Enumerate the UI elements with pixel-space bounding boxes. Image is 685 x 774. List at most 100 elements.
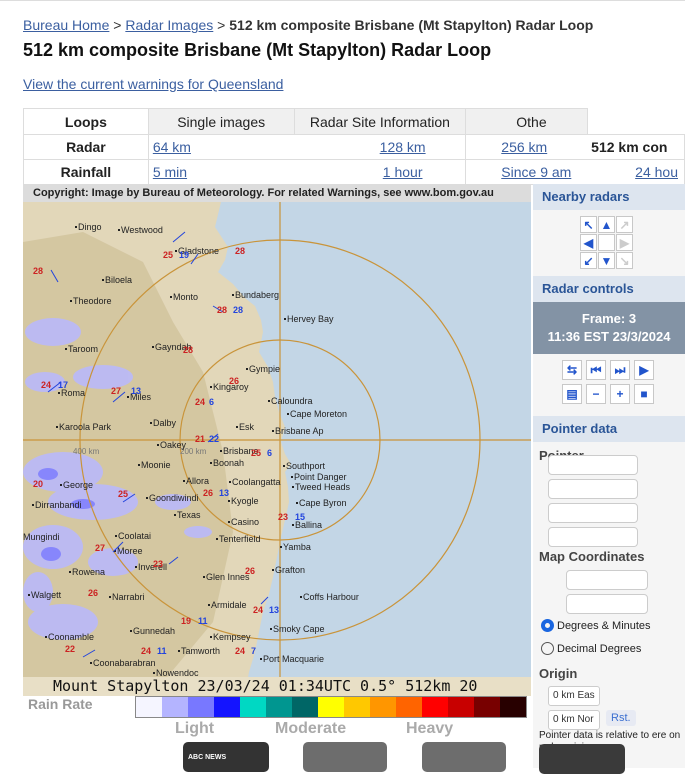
slower-minus-icon[interactable]: − <box>586 384 606 404</box>
radar-128km-link[interactable]: 128 km <box>380 139 426 155</box>
place-marker <box>284 318 286 320</box>
place-label: Brisbane Ap <box>275 426 324 436</box>
place-marker <box>127 396 129 398</box>
rainfall-since9am-link[interactable]: Since 9 am <box>501 164 571 180</box>
rainfall-5min-link[interactable]: 5 min <box>153 164 187 180</box>
legend-heavy: Heavy <box>406 720 454 737</box>
place-marker <box>138 464 140 466</box>
place-marker <box>296 502 298 504</box>
nearby-northwest-arrow-icon[interactable]: ↖ <box>580 216 597 233</box>
nearby-southwest-arrow-icon[interactable]: ↙ <box>580 252 597 269</box>
radio-degrees-minutes[interactable]: Degrees & Minutes <box>541 619 651 632</box>
legend-swatch <box>266 697 292 717</box>
place-label: Smoky Cape <box>273 624 325 634</box>
breadcrumb-radar-link[interactable]: Radar Images <box>125 17 213 33</box>
place-label: Texas <box>177 510 201 520</box>
place-marker <box>152 346 154 348</box>
faster-plus-icon[interactable]: + <box>610 384 630 404</box>
svg-text:13: 13 <box>269 605 279 615</box>
nearby-west-arrow-icon[interactable]: ◀ <box>580 234 597 251</box>
legend-swatch <box>500 697 526 717</box>
svg-text:22: 22 <box>209 434 219 444</box>
place-label: Point Danger <box>294 472 347 482</box>
place-label: Moonie <box>141 460 171 470</box>
origin-label: Origin <box>539 666 578 681</box>
breadcrumb-separator: > <box>109 17 126 33</box>
place-marker <box>75 226 77 228</box>
svg-text:23: 23 <box>278 512 288 522</box>
rainfall-1hour-link[interactable]: 1 hour <box>383 164 423 180</box>
radar-image[interactable]: Copyright: Image by Bureau of Meteorolog… <box>23 184 531 768</box>
place-marker <box>118 229 120 231</box>
place-label: Oakey <box>160 440 187 450</box>
first-frame-icon[interactable]: ⏮ <box>586 360 606 380</box>
place-label: Dirranbandi <box>35 500 82 510</box>
radio-decimal-degrees[interactable]: Decimal Degrees <box>541 642 641 655</box>
radar-512km-current: 512 km con <box>587 134 685 160</box>
radar-64km-link[interactable]: 64 km <box>153 139 191 155</box>
map-coordinates-label: Map Coordinates <box>539 549 645 564</box>
legend-swatch <box>448 697 474 717</box>
breadcrumb-current: 512 km composite Brisbane (Mt Stapylton)… <box>229 17 594 33</box>
place-label: Esk <box>239 422 255 432</box>
play-icon[interactable]: ▶ <box>634 360 654 380</box>
place-marker <box>216 538 218 540</box>
place-marker <box>268 400 270 402</box>
place-marker <box>283 465 285 467</box>
pointer-field-2 <box>548 479 638 499</box>
radar-256km-link[interactable]: 256 km <box>501 139 547 155</box>
nearby-center-icon <box>598 234 615 251</box>
tab-other[interactable]: Othe <box>465 108 588 135</box>
breadcrumb-separator: > <box>213 17 230 33</box>
step-frame-icon[interactable]: ⏭ <box>610 360 630 380</box>
svg-text:22: 22 <box>65 644 75 654</box>
place-marker <box>203 576 205 578</box>
place-marker <box>210 386 212 388</box>
thumbnail-4[interactable] <box>539 744 625 774</box>
radio-degrees-minutes-label: Degrees & Minutes <box>557 619 651 632</box>
nearby-south-arrow-icon[interactable]: ▼ <box>598 252 615 269</box>
frame-display: Frame: 3 11:36 EST 23/3/2024 <box>533 302 685 354</box>
toggle-loop-icon[interactable]: ⇆ <box>562 360 582 380</box>
rainfall-24hour-link[interactable]: 24 hou <box>635 164 678 180</box>
product-nav-table: Loops Single images Radar Site Informati… <box>23 108 685 185</box>
radar-map[interactable]: 400 km 200 km Dingo WestwoodGladstoneBilo… <box>23 202 531 696</box>
radar-copyright: Copyright: Image by Bureau of Meteorolog… <box>23 184 531 202</box>
place-marker <box>291 476 293 478</box>
place-marker <box>183 480 185 482</box>
place-label: Cape Byron <box>299 498 347 508</box>
place-marker <box>174 514 176 516</box>
breadcrumb-home-link[interactable]: Bureau Home <box>23 17 109 33</box>
nearby-north-arrow-icon[interactable]: ▲ <box>598 216 615 233</box>
frame-time: 11:36 EST 23/3/2024 <box>547 329 671 344</box>
legend-swatch <box>474 697 500 717</box>
place-marker <box>175 250 177 252</box>
tab-single-images[interactable]: Single images <box>147 108 295 135</box>
place-marker <box>115 535 117 537</box>
warnings-link[interactable]: View the current warnings for Queensland <box>23 76 283 92</box>
place-label: Moree <box>117 546 143 556</box>
nearby-northeast-arrow-icon: ↗ <box>616 216 633 233</box>
svg-text:27: 27 <box>111 386 121 396</box>
origin-north-field[interactable]: 0 km Nor <box>548 710 600 730</box>
svg-text:7: 7 <box>251 646 256 656</box>
tab-loops[interactable]: Loops <box>23 108 149 135</box>
place-marker <box>58 392 60 394</box>
tab-radar-site-info[interactable]: Radar Site Information <box>293 108 467 135</box>
place-label: Theodore <box>73 296 112 306</box>
place-label: Narrabri <box>112 592 145 602</box>
legend-light: Light <box>175 720 215 737</box>
svg-text:25: 25 <box>163 250 173 260</box>
place-label: Gympie <box>249 364 280 374</box>
print-icon[interactable]: ▤ <box>562 384 582 404</box>
place-label: Coolangatta <box>232 477 281 487</box>
place-marker <box>232 294 234 296</box>
reset-origin-button[interactable]: Rst. <box>606 710 636 726</box>
place-marker <box>236 426 238 428</box>
legend-title: Rain Rate <box>28 696 93 712</box>
svg-text:28: 28 <box>183 345 193 355</box>
origin-east-field[interactable]: 0 km Eas <box>548 686 600 706</box>
nearby-east-arrow-icon: ▶ <box>616 234 633 251</box>
breadcrumb: Bureau Home > Radar Images > 512 km comp… <box>23 17 593 33</box>
stop-icon[interactable]: ■ <box>634 384 654 404</box>
